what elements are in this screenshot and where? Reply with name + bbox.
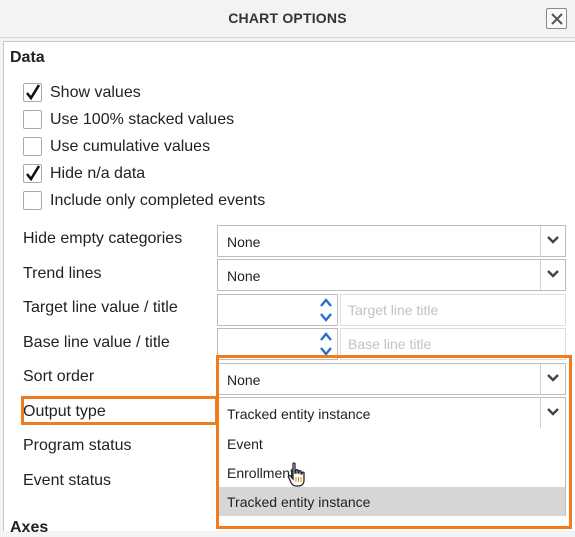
hide-empty-categories-select[interactable]: None	[217, 225, 566, 257]
hide-empty-categories-label: Hide empty categories	[23, 230, 183, 247]
output-type-select-highlight	[216, 355, 572, 529]
data-section-title: Data	[10, 49, 45, 66]
hide-na-label: Hide n/a data	[50, 165, 146, 182]
target-line-spinner[interactable]	[315, 295, 337, 325]
checkmark-icon	[25, 84, 41, 101]
hide-empty-categories-value: None	[227, 234, 261, 250]
axes-section-title: Axes	[10, 519, 49, 536]
close-x-icon	[551, 13, 563, 25]
sort-order-label: Sort order	[23, 368, 95, 385]
target-line-title-input[interactable]	[348, 302, 558, 318]
base-line-title-input[interactable]	[348, 336, 558, 352]
trend-lines-label: Trend lines	[23, 265, 102, 282]
checkmark-icon	[25, 165, 41, 182]
trend-lines-dropdown-button[interactable]	[540, 260, 565, 290]
spinner-up-icon[interactable]	[317, 330, 335, 344]
output-type-label-highlight	[21, 396, 218, 425]
dialog-titlebar: CHART OPTIONS	[0, 0, 575, 38]
show-values-label: Show values	[50, 84, 141, 101]
program-status-label: Program status	[23, 437, 132, 454]
use-100-stacked-label: Use 100% stacked values	[50, 111, 235, 128]
close-button[interactable]	[546, 8, 567, 29]
trend-lines-value: None	[227, 268, 261, 284]
completed-events-label: Include only completed events	[50, 192, 266, 209]
spinner-down-icon[interactable]	[317, 310, 335, 324]
target-line-label: Target line value / title	[23, 299, 178, 316]
use-100-stacked-checkbox[interactable]	[23, 110, 42, 129]
dialog-title: CHART OPTIONS	[228, 10, 347, 26]
chevron-down-icon	[547, 270, 559, 278]
trend-lines-select[interactable]: None	[217, 259, 566, 291]
hide-na-checkbox[interactable]	[23, 164, 42, 183]
target-line-value-input[interactable]	[217, 294, 338, 326]
show-values-checkbox[interactable]	[23, 83, 42, 102]
event-status-label: Event status	[23, 472, 112, 489]
use-cumulative-label: Use cumulative values	[50, 138, 211, 155]
use-cumulative-checkbox[interactable]	[23, 137, 42, 156]
hide-empty-categories-dropdown-button[interactable]	[540, 226, 565, 256]
target-line-title-field[interactable]	[340, 294, 566, 326]
completed-events-checkbox[interactable]	[23, 191, 42, 210]
base-line-label: Base line value / title	[23, 334, 170, 351]
chevron-down-icon	[547, 236, 559, 244]
hand-pointer-icon	[287, 462, 305, 487]
spinner-up-icon[interactable]	[317, 296, 335, 310]
